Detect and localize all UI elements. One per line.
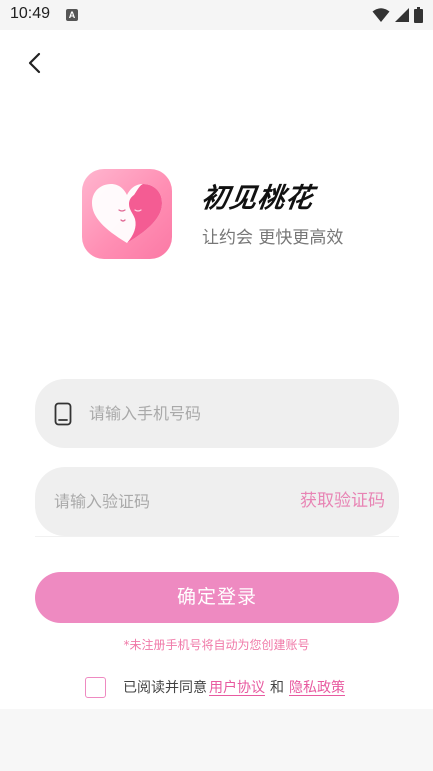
login-button[interactable]: 确定登录	[35, 572, 399, 623]
code-field-container: 获取验证码	[35, 467, 399, 536]
phone-icon	[54, 402, 72, 426]
get-code-button[interactable]: 获取验证码	[300, 467, 385, 536]
agree-checkbox[interactable]	[85, 676, 106, 698]
signal-icon	[395, 8, 409, 22]
status-bar: 10:49 A	[0, 0, 433, 30]
agreement-prefix: 已阅读并同意	[123, 680, 207, 696]
verification-code-input[interactable]	[54, 467, 274, 536]
app-slogan: 让约会 更快更高效	[202, 228, 344, 248]
wifi-icon	[372, 8, 390, 22]
heart-faces-logo	[92, 184, 162, 243]
agreement-and: 和	[270, 680, 284, 696]
privacy-policy-link[interactable]: 隐私政策	[289, 677, 345, 697]
user-agreement-link[interactable]: 用户协议	[209, 677, 265, 697]
bottom-area	[0, 709, 433, 771]
back-button[interactable]	[20, 48, 50, 78]
phone-field-container	[35, 379, 399, 448]
notification-badge-icon: A	[66, 9, 78, 21]
app-logo	[82, 169, 172, 259]
phone-input[interactable]	[89, 379, 369, 448]
chevron-left-icon	[28, 52, 41, 74]
status-icons	[372, 6, 423, 24]
battery-icon	[414, 7, 423, 23]
app-title: 初见桃花	[199, 183, 316, 214]
auto-register-note: *未注册手机号将自动为您创建账号	[123, 638, 310, 652]
status-time: 10:49	[10, 5, 51, 22]
agreement-row: 已阅读并同意 用户协议 和 隐私政策	[85, 676, 345, 698]
divider	[35, 536, 399, 537]
